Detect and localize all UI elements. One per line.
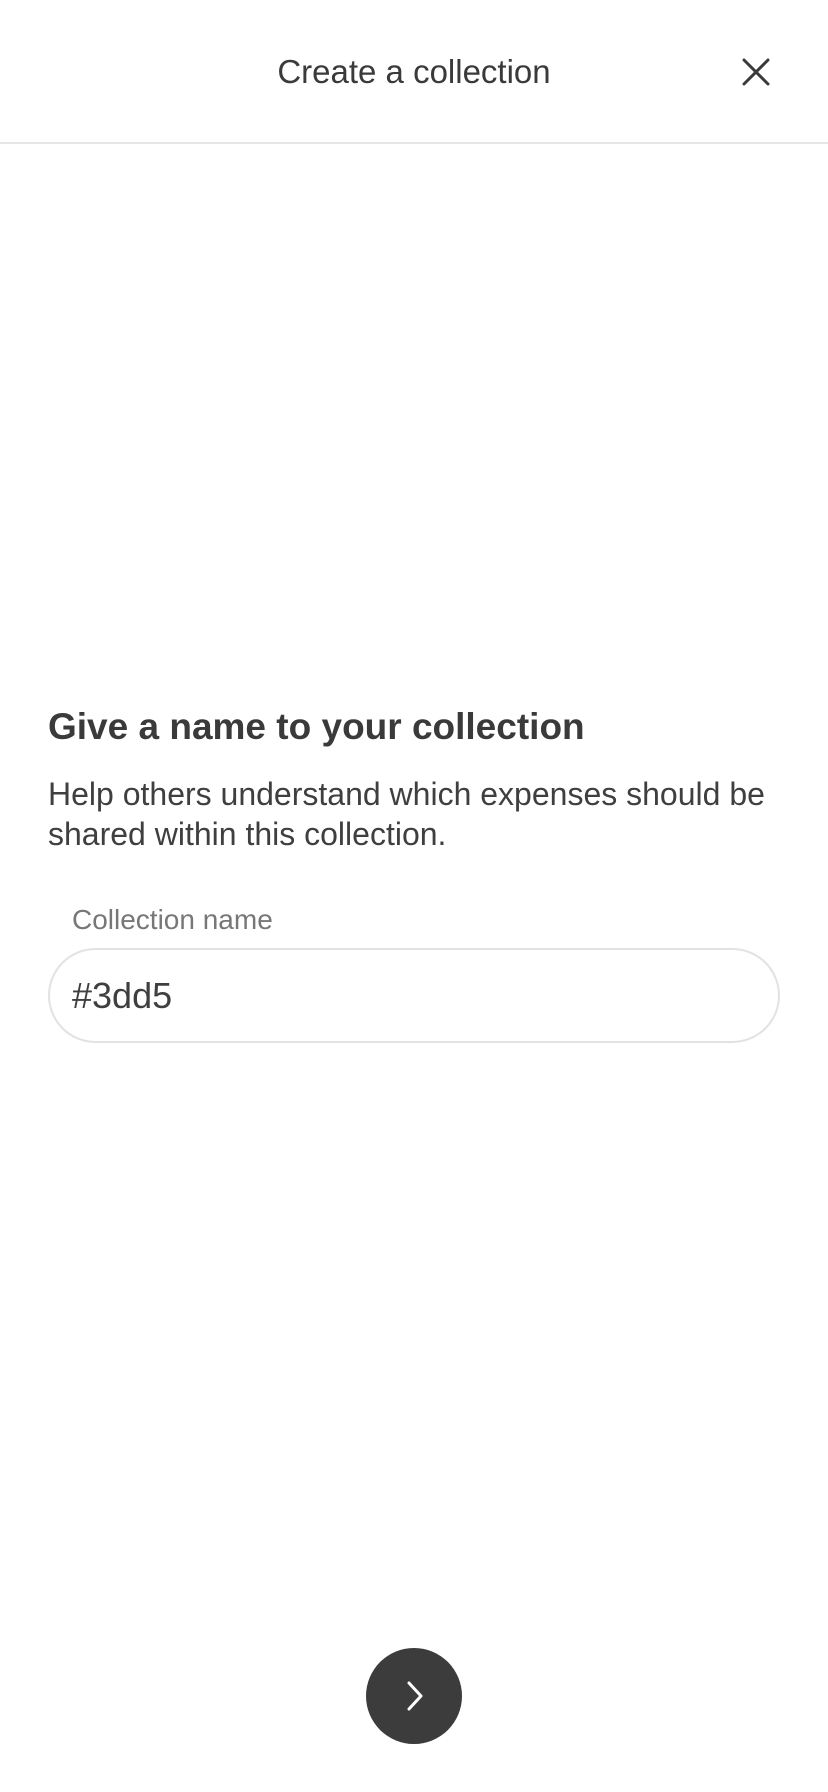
chevron-right-icon	[407, 1681, 423, 1711]
section-description: Help others understand which expenses sh…	[48, 776, 765, 852]
close-icon	[742, 58, 770, 86]
modal-header: Create a collection	[0, 0, 828, 144]
page-title: Create a collection	[277, 53, 551, 90]
collection-name-section: Give a name to your collection Help othe…	[48, 700, 780, 854]
collection-name-input[interactable]	[48, 948, 780, 1043]
next-button[interactable]	[366, 1648, 462, 1744]
section-heading: Give a name to your collection	[48, 706, 585, 747]
close-button[interactable]	[726, 42, 786, 102]
collection-name-label: Collection name	[72, 904, 273, 935]
